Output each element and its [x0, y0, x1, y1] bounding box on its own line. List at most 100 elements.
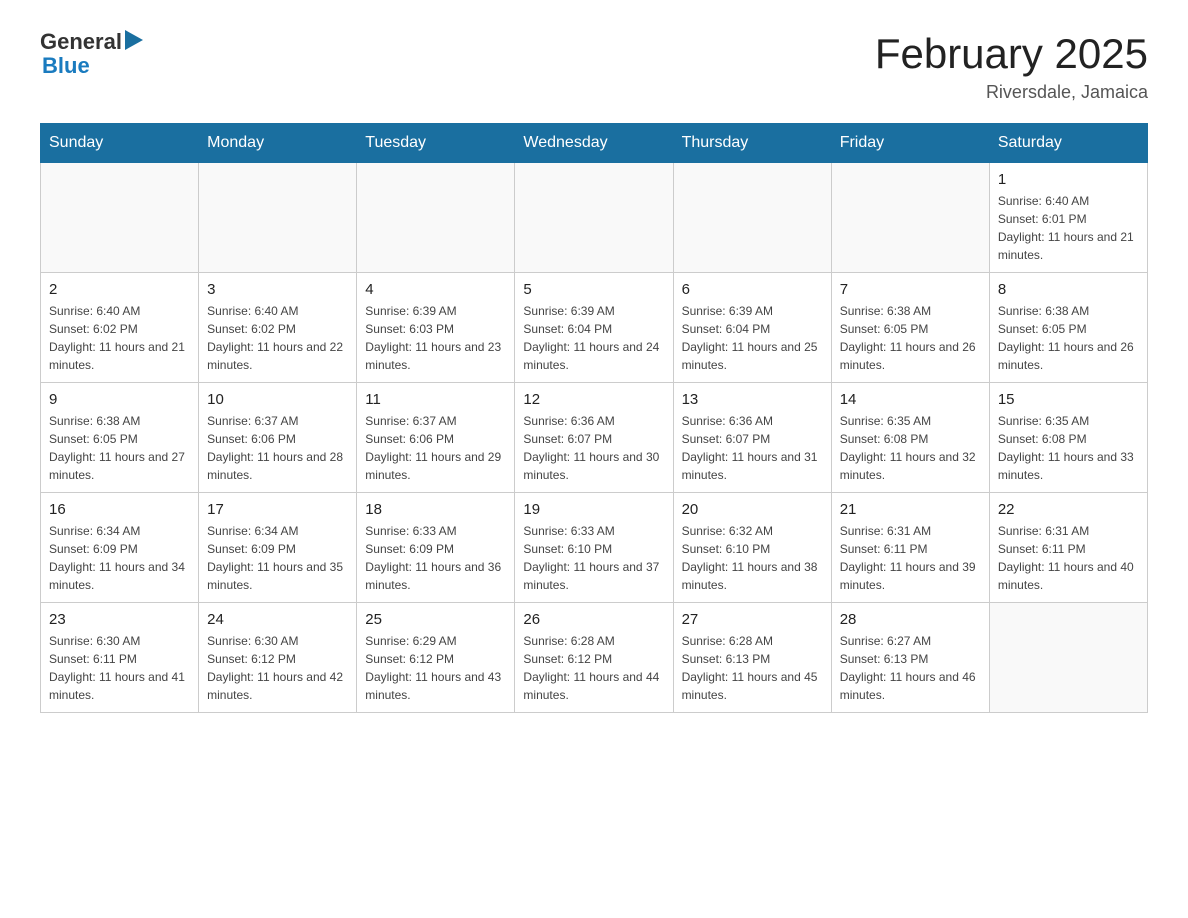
calendar-cell: 15 Sunrise: 6:35 AMSunset: 6:08 PMDayligh…: [989, 383, 1147, 493]
calendar-cell: [989, 603, 1147, 713]
day-info: Sunrise: 6:33 AMSunset: 6:09 PMDaylight:…: [365, 522, 506, 594]
day-info: Sunrise: 6:30 AMSunset: 6:12 PMDaylight:…: [207, 632, 348, 704]
week-row-4: 16 Sunrise: 6:34 AMSunset: 6:09 PMDayligh…: [41, 493, 1148, 603]
day-number: 10: [207, 391, 348, 408]
day-header-wednesday: Wednesday: [515, 124, 673, 163]
calendar-cell: [831, 163, 989, 273]
calendar-cell: 2 Sunrise: 6:40 AMSunset: 6:02 PMDaylight…: [41, 273, 199, 383]
day-info: Sunrise: 6:32 AMSunset: 6:10 PMDaylight:…: [682, 522, 823, 594]
logo-blue-text: Blue: [42, 54, 143, 78]
calendar-cell: 11 Sunrise: 6:37 AMSunset: 6:06 PMDayligh…: [357, 383, 515, 493]
day-number: 7: [840, 281, 981, 298]
day-info: Sunrise: 6:31 AMSunset: 6:11 PMDaylight:…: [840, 522, 981, 594]
day-info: Sunrise: 6:38 AMSunset: 6:05 PMDaylight:…: [49, 412, 190, 484]
calendar-header-row: SundayMondayTuesdayWednesdayThursdayFrid…: [41, 124, 1148, 163]
logo: General Blue: [40, 30, 143, 78]
calendar-cell: 24 Sunrise: 6:30 AMSunset: 6:12 PMDayligh…: [199, 603, 357, 713]
day-info: Sunrise: 6:37 AMSunset: 6:06 PMDaylight:…: [365, 412, 506, 484]
day-header-saturday: Saturday: [989, 124, 1147, 163]
day-number: 4: [365, 281, 506, 298]
day-header-tuesday: Tuesday: [357, 124, 515, 163]
calendar-cell: 3 Sunrise: 6:40 AMSunset: 6:02 PMDaylight…: [199, 273, 357, 383]
calendar-cell: 23 Sunrise: 6:30 AMSunset: 6:11 PMDayligh…: [41, 603, 199, 713]
day-info: Sunrise: 6:39 AMSunset: 6:03 PMDaylight:…: [365, 302, 506, 374]
calendar-cell: [357, 163, 515, 273]
day-number: 1: [998, 171, 1139, 188]
day-info: Sunrise: 6:37 AMSunset: 6:06 PMDaylight:…: [207, 412, 348, 484]
day-number: 3: [207, 281, 348, 298]
day-number: 11: [365, 391, 506, 408]
calendar-table: SundayMondayTuesdayWednesdayThursdayFrid…: [40, 123, 1148, 713]
day-number: 13: [682, 391, 823, 408]
month-title: February 2025: [875, 30, 1148, 78]
day-number: 22: [998, 501, 1139, 518]
day-info: Sunrise: 6:34 AMSunset: 6:09 PMDaylight:…: [207, 522, 348, 594]
calendar-cell: 16 Sunrise: 6:34 AMSunset: 6:09 PMDayligh…: [41, 493, 199, 603]
day-number: 25: [365, 611, 506, 628]
day-info: Sunrise: 6:29 AMSunset: 6:12 PMDaylight:…: [365, 632, 506, 704]
day-header-thursday: Thursday: [673, 124, 831, 163]
calendar-cell: 20 Sunrise: 6:32 AMSunset: 6:10 PMDayligh…: [673, 493, 831, 603]
calendar-cell: 4 Sunrise: 6:39 AMSunset: 6:03 PMDaylight…: [357, 273, 515, 383]
calendar-cell: 26Sunrise: 6:28 AMSunset: 6:12 PMDayligh…: [515, 603, 673, 713]
day-number: 27: [682, 611, 823, 628]
day-header-friday: Friday: [831, 124, 989, 163]
day-number: 16: [49, 501, 190, 518]
day-info: Sunrise: 6:40 AMSunset: 6:02 PMDaylight:…: [49, 302, 190, 374]
week-row-3: 9 Sunrise: 6:38 AMSunset: 6:05 PMDaylight…: [41, 383, 1148, 493]
calendar-cell: 6 Sunrise: 6:39 AMSunset: 6:04 PMDaylight…: [673, 273, 831, 383]
day-info: Sunrise: 6:38 AMSunset: 6:05 PMDaylight:…: [998, 302, 1139, 374]
calendar-cell: 9 Sunrise: 6:38 AMSunset: 6:05 PMDaylight…: [41, 383, 199, 493]
calendar-cell: 17 Sunrise: 6:34 AMSunset: 6:09 PMDayligh…: [199, 493, 357, 603]
day-number: 21: [840, 501, 981, 518]
day-number: 15: [998, 391, 1139, 408]
calendar-cell: 22 Sunrise: 6:31 AMSunset: 6:11 PMDayligh…: [989, 493, 1147, 603]
calendar-cell: [41, 163, 199, 273]
calendar-cell: 14Sunrise: 6:35 AMSunset: 6:08 PMDayligh…: [831, 383, 989, 493]
day-info: Sunrise: 6:28 AMSunset: 6:13 PMDaylight:…: [682, 632, 823, 704]
calendar-cell: 28 Sunrise: 6:27 AMSunset: 6:13 PMDayligh…: [831, 603, 989, 713]
day-header-monday: Monday: [199, 124, 357, 163]
day-info: Sunrise: 6:30 AMSunset: 6:11 PMDaylight:…: [49, 632, 190, 704]
calendar-cell: 1 Sunrise: 6:40 AMSunset: 6:01 PMDaylight…: [989, 163, 1147, 273]
day-number: 26: [523, 611, 664, 628]
day-number: 24: [207, 611, 348, 628]
calendar-cell: 10 Sunrise: 6:37 AMSunset: 6:06 PMDayligh…: [199, 383, 357, 493]
day-number: 12: [523, 391, 664, 408]
day-info: Sunrise: 6:39 AMSunset: 6:04 PMDaylight:…: [682, 302, 823, 374]
day-number: 28: [840, 611, 981, 628]
page-header: General Blue February 2025 Riversdale, J…: [40, 30, 1148, 103]
week-row-5: 23 Sunrise: 6:30 AMSunset: 6:11 PMDayligh…: [41, 603, 1148, 713]
calendar-cell: 8 Sunrise: 6:38 AMSunset: 6:05 PMDaylight…: [989, 273, 1147, 383]
location-text: Riversdale, Jamaica: [875, 82, 1148, 103]
day-number: 5: [523, 281, 664, 298]
day-header-sunday: Sunday: [41, 124, 199, 163]
calendar-cell: [673, 163, 831, 273]
day-number: 14: [840, 391, 981, 408]
day-info: Sunrise: 6:34 AMSunset: 6:09 PMDaylight:…: [49, 522, 190, 594]
day-info: Sunrise: 6:33 AMSunset: 6:10 PMDaylight:…: [523, 522, 664, 594]
day-info: Sunrise: 6:27 AMSunset: 6:13 PMDaylight:…: [840, 632, 981, 704]
day-info: Sunrise: 6:35 AMSunset: 6:08 PMDaylight:…: [998, 412, 1139, 484]
calendar-cell: 21 Sunrise: 6:31 AMSunset: 6:11 PMDayligh…: [831, 493, 989, 603]
day-number: 2: [49, 281, 190, 298]
calendar-cell: [515, 163, 673, 273]
title-section: February 2025 Riversdale, Jamaica: [875, 30, 1148, 103]
day-number: 8: [998, 281, 1139, 298]
day-number: 17: [207, 501, 348, 518]
day-info: Sunrise: 6:40 AMSunset: 6:01 PMDaylight:…: [998, 192, 1139, 264]
day-number: 23: [49, 611, 190, 628]
calendar-cell: 19 Sunrise: 6:33 AMSunset: 6:10 PMDayligh…: [515, 493, 673, 603]
day-number: 18: [365, 501, 506, 518]
day-number: 6: [682, 281, 823, 298]
day-number: 20: [682, 501, 823, 518]
day-number: 9: [49, 391, 190, 408]
day-info: Sunrise: 6:39 AMSunset: 6:04 PMDaylight:…: [523, 302, 664, 374]
calendar-cell: 27 Sunrise: 6:28 AMSunset: 6:13 PMDayligh…: [673, 603, 831, 713]
calendar-cell: 18 Sunrise: 6:33 AMSunset: 6:09 PMDayligh…: [357, 493, 515, 603]
day-info: Sunrise: 6:31 AMSunset: 6:11 PMDaylight:…: [998, 522, 1139, 594]
day-info: Sunrise: 6:40 AMSunset: 6:02 PMDaylight:…: [207, 302, 348, 374]
day-info: Sunrise: 6:36 AMSunset: 6:07 PMDaylight:…: [523, 412, 664, 484]
calendar-cell: 7Sunrise: 6:38 AMSunset: 6:05 PMDaylight…: [831, 273, 989, 383]
day-number: 19: [523, 501, 664, 518]
